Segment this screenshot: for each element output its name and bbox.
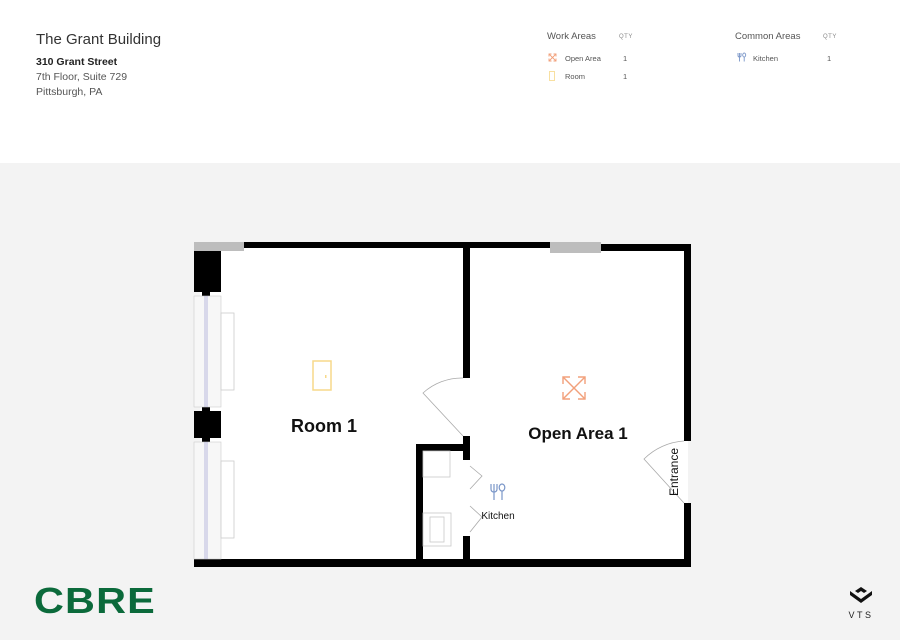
vts-logo: VTS [845, 586, 877, 620]
left-pillar-top [194, 251, 221, 292]
top-wall-right [601, 244, 691, 251]
floor-plan: Room 1 Open Area 1 Kitchen Entrance [193, 242, 691, 567]
right-wall-lower [684, 503, 691, 567]
room-label-room-1: Room 1 [291, 416, 357, 436]
kitchen-left-wall [416, 444, 423, 562]
room-label-kitchen: Kitchen [481, 511, 514, 522]
bottom-wall [194, 559, 691, 567]
kitchen-right-wall-lower [463, 536, 470, 562]
radiator-lower [220, 460, 235, 539]
room-label-open-area-1: Open Area 1 [528, 424, 628, 443]
vts-logo-mark-icon [850, 587, 872, 603]
vts-logo-text: VTS [848, 610, 874, 620]
right-wall-upper [684, 244, 691, 441]
partition-wall-upper [463, 248, 470, 378]
cbre-logo: CBRE [34, 580, 156, 621]
top-wall-left [244, 242, 550, 248]
radiator-upper [220, 312, 235, 391]
grey-wall-segment-left [194, 242, 244, 251]
grey-wall-segment-top [550, 242, 601, 253]
kitchen-top-wall [416, 444, 470, 451]
entrance-label: Entrance [667, 448, 681, 496]
floor-area [200, 247, 688, 563]
